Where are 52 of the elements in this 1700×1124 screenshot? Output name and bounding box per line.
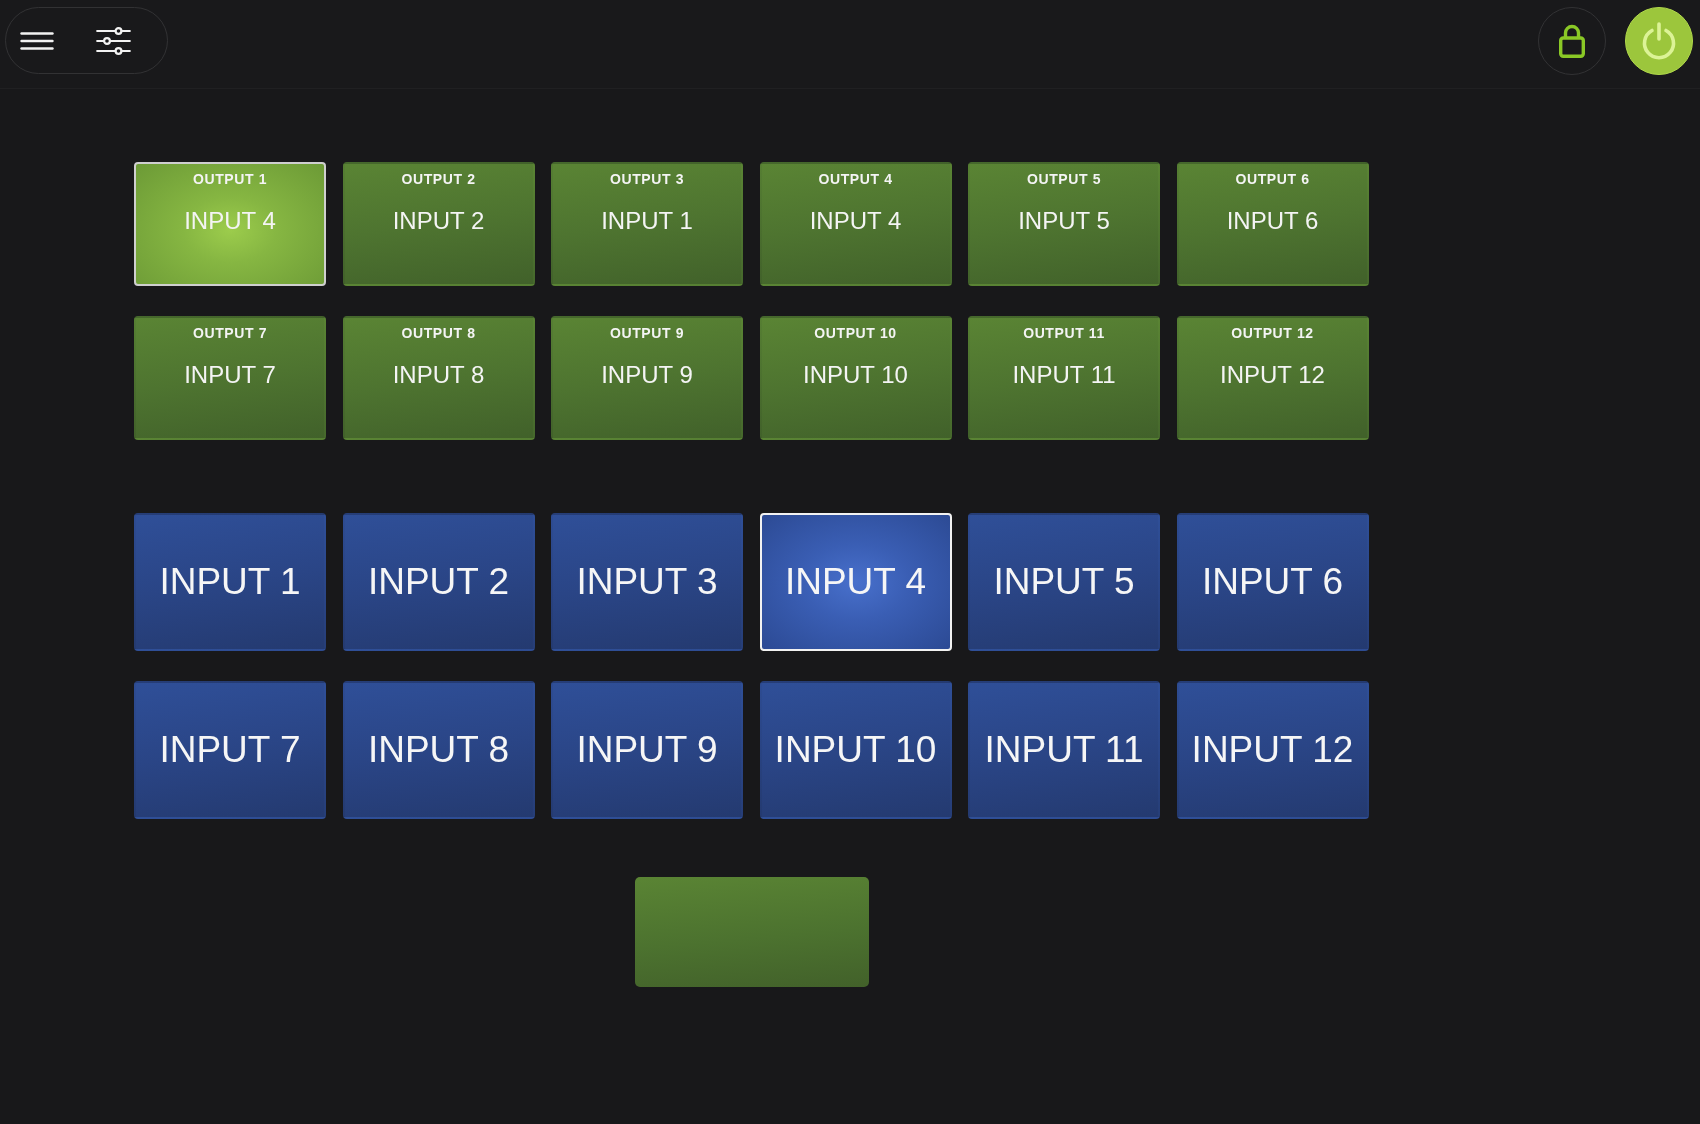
input-tile[interactable]: INPUT 8: [342, 681, 535, 819]
output-tile[interactable]: OUTPUT 6 INPUT 6: [1176, 162, 1369, 286]
routed-input-label: INPUT 5: [1018, 206, 1110, 236]
routed-input-label: INPUT 9: [601, 360, 693, 390]
input-tile[interactable]: INPUT 3: [551, 513, 743, 651]
routed-input-label: INPUT 8: [392, 360, 485, 390]
routed-input-label: INPUT 1: [601, 206, 693, 236]
routed-input-label: INPUT 11: [1012, 360, 1116, 390]
output-label: OUTPUT 4: [818, 170, 893, 188]
settings-button[interactable]: [96, 26, 131, 55]
power-icon: [1641, 22, 1677, 60]
routed-input-label: INPUT 12: [1220, 360, 1325, 390]
output-label: OUTPUT 7: [193, 324, 267, 342]
input-tile[interactable]: INPUT 6: [1176, 513, 1369, 651]
output-tile[interactable]: OUTPUT 12 INPUT 12: [1176, 316, 1369, 440]
input-tile[interactable]: INPUT 10: [759, 681, 952, 819]
input-tile[interactable]: INPUT 7: [134, 681, 326, 819]
routed-input-label: INPUT 2: [392, 206, 485, 236]
output-tile[interactable]: OUTPUT 5 INPUT 5: [968, 162, 1160, 286]
output-tile[interactable]: OUTPUT 2 INPUT 2: [342, 162, 535, 286]
output-tile[interactable]: OUTPUT 10 INPUT 10: [759, 316, 952, 440]
output-label: OUTPUT 10: [814, 324, 897, 342]
menu-button[interactable]: [20, 31, 54, 50]
output-tile[interactable]: OUTPUT 8 INPUT 8: [342, 316, 535, 440]
input-tile[interactable]: INPUT 4: [759, 513, 952, 651]
output-label: OUTPUT 11: [1023, 324, 1105, 342]
routed-input-label: INPUT 10: [803, 360, 908, 390]
output-label: OUTPUT 8: [401, 324, 476, 342]
input-tile[interactable]: INPUT 2: [342, 513, 535, 651]
routed-input-label: INPUT 6: [1226, 206, 1319, 236]
output-tile[interactable]: OUTPUT 9 INPUT 9: [551, 316, 743, 440]
output-label: OUTPUT 1: [193, 170, 267, 188]
output-tile[interactable]: OUTPUT 4 INPUT 4: [759, 162, 952, 286]
output-tile[interactable]: OUTPUT 7 INPUT 7: [134, 316, 326, 440]
output-tile[interactable]: OUTPUT 3 INPUT 1: [551, 162, 743, 286]
output-label: OUTPUT 3: [610, 170, 684, 188]
output-tile[interactable]: OUTPUT 11 INPUT 11: [968, 316, 1160, 440]
routed-input-label: INPUT 4: [809, 206, 902, 236]
routed-input-label: INPUT 4: [184, 206, 276, 236]
output-label: OUTPUT 2: [401, 170, 476, 188]
sliders-icon: [96, 26, 131, 55]
input-tile[interactable]: INPUT 9: [551, 681, 743, 819]
input-tile[interactable]: INPUT 11: [968, 681, 1160, 819]
output-label: OUTPUT 5: [1027, 170, 1101, 188]
routed-input-label: INPUT 7: [184, 360, 276, 390]
output-label: OUTPUT 12: [1231, 324, 1314, 342]
input-tile[interactable]: INPUT 5: [968, 513, 1160, 651]
menu-icon: [20, 31, 54, 50]
input-tile[interactable]: INPUT 12: [1176, 681, 1369, 819]
output-label: OUTPUT 6: [1235, 170, 1310, 188]
input-tile[interactable]: INPUT 1: [134, 513, 326, 651]
output-label: OUTPUT 9: [610, 324, 684, 342]
